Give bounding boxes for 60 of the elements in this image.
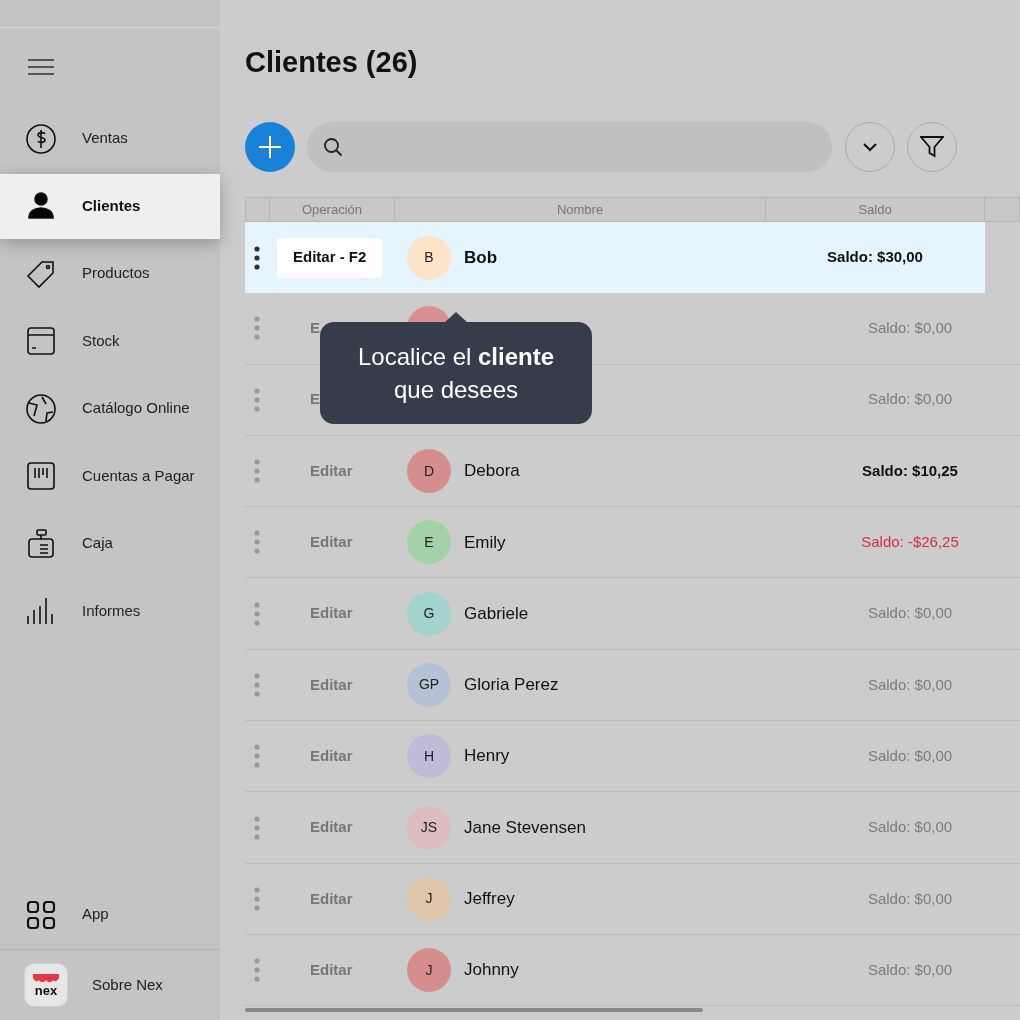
chevron-down-icon — [862, 142, 878, 152]
client-name: Debora — [464, 460, 520, 483]
avatar: E — [407, 520, 451, 565]
balance-text: Saldo: $0,00 — [867, 745, 953, 766]
avatar: G — [407, 591, 451, 636]
avatar: J — [407, 876, 451, 921]
more-options-icon[interactable] — [254, 245, 260, 270]
box-icon — [24, 324, 58, 358]
plus-icon — [259, 136, 281, 158]
edit-button[interactable]: Editar - F2 — [277, 237, 383, 278]
avatar: D — [407, 449, 451, 494]
search-icon — [323, 137, 343, 157]
sidebar-item[interactable]: App — [0, 880, 220, 950]
table-row[interactable]: Editar - F2 B Bob Saldo: $30,00 — [245, 222, 985, 294]
client-name: Henry — [464, 745, 510, 768]
sidebar-item[interactable]: nex Sobre Nex — [0, 950, 220, 1020]
dollar-icon — [24, 121, 58, 156]
client-name: Jeffrey — [464, 888, 515, 911]
logo-icon: nex — [24, 963, 68, 1007]
barcode-icon — [24, 459, 58, 493]
sidebar-item[interactable]: Cuentas a Pagar — [0, 443, 220, 509]
balance-text: Saldo: $0,00 — [867, 603, 953, 624]
globe-icon — [24, 391, 58, 426]
avatar: H — [407, 734, 451, 779]
column-header: Operación — [302, 200, 362, 219]
avatar: JS — [407, 805, 451, 850]
filter-icon — [920, 136, 944, 158]
page-title: Clientes (26) — [245, 48, 418, 77]
client-name: Emily — [464, 531, 506, 554]
sidebar-item[interactable]: Productos — [0, 241, 220, 306]
filter-button[interactable] — [907, 122, 957, 172]
sidebar-item[interactable]: Informes — [0, 578, 220, 644]
sidebar-item[interactable]: Clientes — [0, 173, 220, 239]
sidebar-item[interactable]: Catálogo Online — [0, 376, 220, 441]
balance-text: Saldo: $0,00 — [867, 389, 953, 410]
client-name: Jane Stevensen — [464, 816, 586, 839]
client-name: Gloria Perez — [464, 674, 559, 697]
sidebar-item[interactable]: Caja — [0, 511, 220, 576]
search-field[interactable] — [307, 122, 832, 172]
client-name: Gabriele — [464, 602, 529, 625]
avatar: J — [407, 948, 451, 993]
balance-text: Saldo: $10,25 — [862, 460, 958, 481]
client-name: Bob — [464, 246, 498, 269]
sidebar-item[interactable]: Stock — [0, 308, 220, 374]
expand-button[interactable] — [845, 122, 895, 172]
balance-text: Saldo: $0,00 — [867, 318, 953, 339]
balance-text: Saldo: -$26,25 — [861, 532, 959, 553]
column-header: Saldo — [858, 200, 892, 219]
balance-text: Saldo: $30,00 — [827, 247, 923, 268]
balance-text: Saldo: $0,00 — [867, 674, 953, 695]
column-header: Nombre — [556, 200, 604, 219]
sidebar-item[interactable]: Ventas — [0, 106, 220, 171]
menu-icon[interactable] — [28, 58, 54, 76]
add-button[interactable] — [245, 122, 295, 172]
client-name: Johnny — [464, 959, 519, 982]
balance-text: Saldo: $0,00 — [867, 888, 953, 909]
avatar: GP — [407, 662, 451, 707]
balance-text: Saldo: $0,00 — [867, 959, 953, 980]
balance-text: Saldo: $0,00 — [867, 817, 953, 838]
avatar: B — [407, 235, 451, 280]
